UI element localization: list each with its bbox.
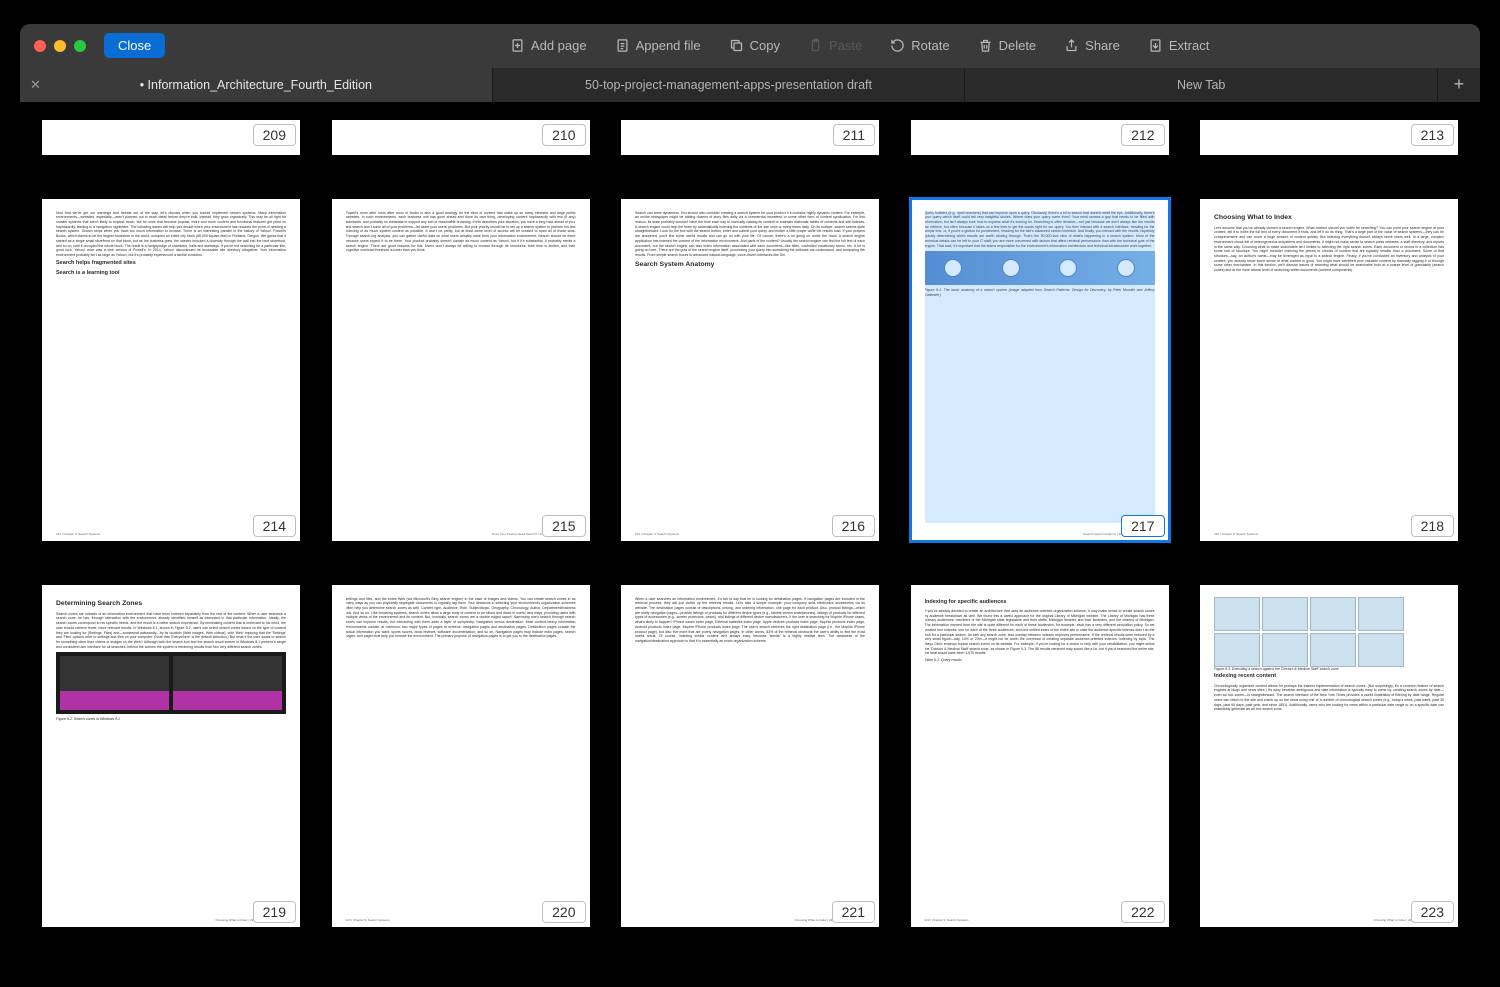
delete-label: Delete xyxy=(999,38,1037,53)
page-thumb-223[interactable]: Figure 9-3. Executing a search against t… xyxy=(1200,585,1458,927)
add-page-label: Add page xyxy=(531,38,587,53)
page-thumb-220[interactable]: settings and files, and the entire Web (… xyxy=(332,585,590,927)
tab-bar: ✕ Information_Architecture_Fourth_Edition… xyxy=(20,68,1480,102)
figure-windows-search xyxy=(56,652,286,714)
page-number: 213 xyxy=(1411,124,1454,146)
page-number: 223 xyxy=(1411,901,1454,923)
add-page-button[interactable]: Add page xyxy=(510,38,587,53)
page-number: 221 xyxy=(832,901,875,923)
share-label: Share xyxy=(1085,38,1120,53)
page-thumb-210[interactable]: 210 xyxy=(332,120,590,155)
page-number: 219 xyxy=(253,901,296,923)
add-page-icon xyxy=(510,38,525,53)
tab-project-management[interactable]: 50-top-project-management-apps-presentat… xyxy=(493,68,966,102)
page-thumb-216[interactable]: Search can tame dynamism. You should als… xyxy=(621,199,879,541)
append-file-button[interactable]: Append file xyxy=(615,38,701,53)
minimize-window-icon[interactable] xyxy=(54,40,66,52)
paste-icon xyxy=(808,38,823,53)
tab-close-icon[interactable]: ✕ xyxy=(30,77,41,93)
tab-new[interactable]: New Tab xyxy=(965,68,1438,102)
tab-label: Information_Architecture_Fourth_Edition xyxy=(140,78,372,92)
zoom-window-icon[interactable] xyxy=(74,40,86,52)
page-thumb-217[interactable]: Query builders (e.g., spell checkers) th… xyxy=(911,199,1169,541)
page-thumb-209[interactable]: 209 xyxy=(42,120,300,155)
tab-label: New Tab xyxy=(1177,78,1225,92)
page-number: 217 xyxy=(1121,515,1164,537)
paste-button: Paste xyxy=(808,38,862,53)
thumbnail-grid[interactable]: 209 210 211 212 213 Now that we've got o… xyxy=(20,102,1480,964)
page-thumb-219[interactable]: Determining Search ZonesSearch zones are… xyxy=(42,585,300,927)
page-thumb-212[interactable]: 212 xyxy=(911,120,1169,155)
traffic-lights xyxy=(34,40,86,52)
tab-information-architecture[interactable]: ✕ Information_Architecture_Fourth_Edition xyxy=(20,68,493,102)
share-icon xyxy=(1064,38,1079,53)
page-number: 209 xyxy=(253,124,296,146)
page-row: 209 210 211 212 213 xyxy=(42,120,1458,155)
figure-search-anatomy xyxy=(925,251,1155,285)
close-window-icon[interactable] xyxy=(34,40,46,52)
figure-nyt-search xyxy=(1214,597,1444,667)
page-thumb-214[interactable]: Now that we've got our warnings and thre… xyxy=(42,199,300,541)
rotate-button[interactable]: Rotate xyxy=(890,38,949,53)
close-button[interactable]: Close xyxy=(104,33,165,58)
page-row: Now that we've got our warnings and thre… xyxy=(42,199,1458,541)
page-number: 210 xyxy=(542,124,585,146)
page-thumb-213[interactable]: 213 xyxy=(1200,120,1458,155)
copy-label: Copy xyxy=(750,38,780,53)
page-number: 218 xyxy=(1411,515,1454,537)
copy-button[interactable]: Copy xyxy=(729,38,780,53)
rotate-icon xyxy=(890,38,905,53)
extract-label: Extract xyxy=(1169,38,1209,53)
page-thumb-221[interactable]: When a user searches an information envi… xyxy=(621,585,879,927)
copy-icon xyxy=(729,38,744,53)
page-thumb-215[interactable]: Powell's room after room after room of b… xyxy=(332,199,590,541)
rotate-label: Rotate xyxy=(911,38,949,53)
tool-group: Add page Append file Copy Paste Rotate D… xyxy=(510,38,1209,53)
tab-label: 50-top-project-management-apps-presentat… xyxy=(585,78,872,92)
toolbar: Close Add page Append file Copy Paste Ro… xyxy=(20,24,1480,68)
append-file-icon xyxy=(615,38,630,53)
page-thumb-218[interactable]: Choosing What to IndexLet's assume that … xyxy=(1200,199,1458,541)
new-tab-button[interactable]: + xyxy=(1438,68,1480,102)
delete-icon xyxy=(978,38,993,53)
app-window: Close Add page Append file Copy Paste Ro… xyxy=(20,24,1480,964)
page-number: 222 xyxy=(1121,901,1164,923)
page-thumb-211[interactable]: 211 xyxy=(621,120,879,155)
extract-icon xyxy=(1148,38,1163,53)
extract-button[interactable]: Extract xyxy=(1148,38,1209,53)
page-row: Determining Search ZonesSearch zones are… xyxy=(42,585,1458,927)
page-number: 212 xyxy=(1121,124,1164,146)
page-number: 216 xyxy=(832,515,875,537)
page-number: 215 xyxy=(542,515,585,537)
share-button[interactable]: Share xyxy=(1064,38,1120,53)
delete-button[interactable]: Delete xyxy=(978,38,1037,53)
page-number: 211 xyxy=(833,124,875,146)
page-number: 214 xyxy=(253,515,296,537)
paste-label: Paste xyxy=(829,38,862,53)
page-thumb-222[interactable]: Indexing for specific audiencesIf you've… xyxy=(911,585,1169,927)
page-number: 220 xyxy=(542,901,585,923)
append-file-label: Append file xyxy=(636,38,701,53)
